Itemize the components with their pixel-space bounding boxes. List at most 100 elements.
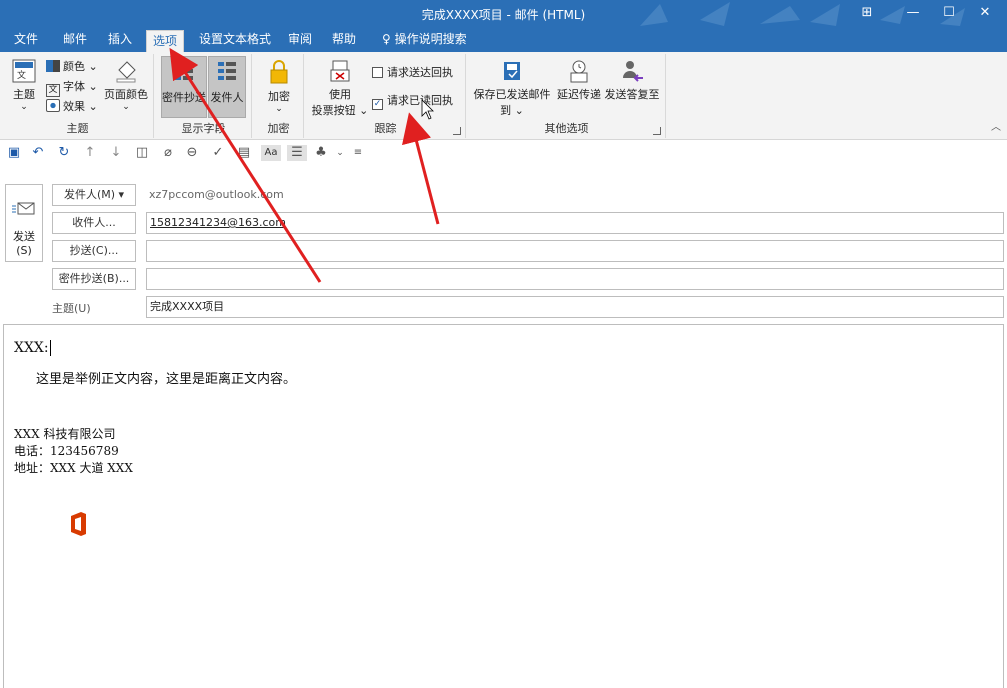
tab-options[interactable]: 选项 xyxy=(146,30,185,52)
spelling-icon[interactable]: ✓ xyxy=(210,145,226,161)
close-button[interactable]: ✕ xyxy=(962,0,1007,28)
effects-label: 效果 xyxy=(63,100,85,113)
lightbulb-icon: ♀ xyxy=(382,32,391,46)
lock-icon xyxy=(270,60,288,84)
font-size-icon[interactable]: Aa xyxy=(261,145,281,161)
svg-text:文: 文 xyxy=(17,69,26,81)
themes-icon: 文 xyxy=(12,59,36,83)
tab-help[interactable]: 帮助 xyxy=(326,28,362,52)
direct-replies-button[interactable]: 发送答复至 xyxy=(604,58,660,102)
delay-delivery-button[interactable]: 延迟传递 xyxy=(554,58,604,102)
encrypt-button[interactable]: 加密 ⌄ xyxy=(262,58,296,114)
show-bcc-button[interactable]: 密件抄送 xyxy=(161,56,207,118)
from-button[interactable]: 发件人(M) ▾ xyxy=(52,184,136,206)
voting-label-2: 投票按钮 ⌄ xyxy=(311,104,369,117)
quick-access-toolbar: ▣ ↶ ↻ ↑ ↓ ◫ ⌀ ⊖ ✓ ▤ Aa ☰ ♣ ⌄ ≡ xyxy=(0,141,1007,165)
ribbon-display-options-button[interactable]: ⊞ xyxy=(844,0,890,28)
next-item-icon[interactable]: ↓ xyxy=(108,145,124,161)
address-book-icon[interactable]: ⊖ xyxy=(184,145,200,161)
save-sent-item-button[interactable]: 保存已发送邮件 到 ⌄ xyxy=(472,58,552,118)
group-encrypt: 加密 ⌄ 加密 xyxy=(254,54,304,138)
colors-icon xyxy=(46,60,60,72)
delivery-receipt-label: 请求送达回执 xyxy=(387,66,453,79)
themes-label: 主题 xyxy=(13,88,35,101)
save-sent-label: 保存已发送邮件 xyxy=(473,88,551,101)
checkbox-unchecked-icon xyxy=(372,67,383,78)
more-commands-icon[interactable]: ⌄ xyxy=(332,145,348,161)
tracking-dialog-launcher[interactable] xyxy=(453,127,461,135)
from-icon xyxy=(218,62,236,80)
page-color-icon xyxy=(116,61,136,83)
tab-format-text[interactable]: 设置文本格式 xyxy=(193,28,277,52)
more-options-dialog-launcher[interactable] xyxy=(653,127,661,135)
message-body[interactable]: XXX: 这里是举例正文内容，这里是距离正文内容。 XXX 科技有限公司 电话：… xyxy=(3,324,1004,688)
send-icon xyxy=(12,202,35,215)
group-show-fields: 密件抄送 发件人 显示字段 xyxy=(156,54,252,138)
bcc-label: 密件抄送 xyxy=(162,91,206,104)
check-names-icon[interactable]: ▤ xyxy=(236,145,252,161)
direct-replies-icon xyxy=(623,61,643,82)
redo-icon[interactable]: ↻ xyxy=(56,145,72,161)
tab-message[interactable]: 邮件 xyxy=(57,28,93,52)
fonts-button[interactable]: 文字体 ⌄ xyxy=(46,78,98,97)
bullets-icon[interactable]: ☰ xyxy=(287,145,307,161)
bcc-button[interactable]: 密件抄送(B)... xyxy=(52,268,136,290)
bcc-field[interactable] xyxy=(146,268,1004,290)
from-label: 发件人 xyxy=(210,91,244,104)
save-sent-icon xyxy=(504,62,520,80)
customize-toolbar-icon[interactable]: ≡ xyxy=(350,145,366,161)
save-icon[interactable]: ▣ xyxy=(6,145,22,161)
subject-field[interactable]: 完成XXXX项目 xyxy=(146,296,1004,318)
page-color-button[interactable]: 页面颜色 ⌄ xyxy=(102,58,150,112)
tell-me-search[interactable]: ♀ 操作说明搜索 xyxy=(376,28,473,52)
group-label-encrypt: 加密 xyxy=(267,122,290,135)
to-recipient[interactable]: 15812341234@163.com xyxy=(150,216,286,229)
signature-company: XXX 科技有限公司 xyxy=(14,427,116,441)
show-from-button[interactable]: 发件人 xyxy=(208,56,246,118)
voting-icon xyxy=(330,60,350,82)
checkbox-checked-icon: ✓ xyxy=(372,99,383,110)
ribbon-tabs: 文件 邮件 插入 选项 设置文本格式 审阅 帮助 ♀ 操作说明搜索 xyxy=(0,28,1007,52)
subject-label: 主题(U) xyxy=(52,302,91,315)
page-color-label: 页面颜色 xyxy=(104,88,148,101)
greeting-text: XXX: xyxy=(14,340,51,356)
encrypt-label: 加密 xyxy=(268,90,290,103)
tell-me-label: 操作说明搜索 xyxy=(394,32,467,46)
group-more-options: 保存已发送邮件 到 ⌄ 延迟传递 发送答复至 其他选项 xyxy=(468,54,666,138)
group-tracking: 使用 投票按钮 ⌄ 请求送达回执 ✓ 请求已读回执 跟踪 xyxy=(306,54,466,138)
to-field[interactable]: 15812341234@163.com xyxy=(146,212,1004,234)
themes-button[interactable]: 文 主题 ⌄ xyxy=(8,58,40,112)
tab-review[interactable]: 审阅 xyxy=(282,28,318,52)
ribbon: 文 主题 ⌄ 颜色 ⌄ 文字体 ⌄ 效果 ⌄ 页面颜色 ⌄ 主题 密件抄送 发件… xyxy=(0,52,1007,140)
delivery-receipt-checkbox[interactable]: 请求送达回执 xyxy=(372,64,453,82)
format-painter-icon[interactable]: ♣ xyxy=(313,145,329,161)
delay-delivery-icon xyxy=(570,60,588,83)
body-paragraph: 这里是举例正文内容，这里是距离正文内容。 xyxy=(36,372,297,387)
tab-insert[interactable]: 插入 xyxy=(102,28,138,52)
signature-address: 地址：XXX 大道 XXX xyxy=(14,461,133,475)
save-sent-to-label: 到 ⌄ xyxy=(500,104,524,117)
send-button[interactable]: 发送 (S) xyxy=(5,184,43,262)
effects-icon xyxy=(46,99,60,112)
group-label-themes: 主题 xyxy=(66,122,89,135)
from-address: xz7pccom@outlook.com xyxy=(149,188,284,201)
cc-button[interactable]: 抄送(C)... xyxy=(52,240,136,262)
colors-button[interactable]: 颜色 ⌄ xyxy=(46,58,98,76)
tab-file[interactable]: 文件 xyxy=(8,28,44,52)
collapse-ribbon-icon[interactable]: ︿ xyxy=(991,118,1001,133)
bcc-icon xyxy=(175,62,193,80)
to-button[interactable]: 收件人... xyxy=(52,212,136,234)
print-preview-icon[interactable]: ◫ xyxy=(134,145,150,161)
effects-button[interactable]: 效果 ⌄ xyxy=(46,98,98,116)
group-themes: 文 主题 ⌄ 颜色 ⌄ 文字体 ⌄ 效果 ⌄ 页面颜色 ⌄ 主题 xyxy=(2,54,154,138)
group-label-more-options: 其他选项 xyxy=(544,122,589,135)
cc-field[interactable] xyxy=(146,240,1004,262)
voting-buttons-button[interactable]: 使用 投票按钮 ⌄ xyxy=(310,58,370,118)
send-label: 发送 xyxy=(13,230,35,243)
group-label-show-fields: 显示字段 xyxy=(181,122,226,135)
previous-item-icon[interactable]: ↑ xyxy=(82,145,98,161)
read-receipt-checkbox[interactable]: ✓ 请求已读回执 xyxy=(372,92,453,110)
undo-icon[interactable]: ↶ xyxy=(30,145,46,161)
attach-file-icon[interactable]: ⌀ xyxy=(160,145,176,161)
fonts-icon: 文 xyxy=(46,84,60,97)
